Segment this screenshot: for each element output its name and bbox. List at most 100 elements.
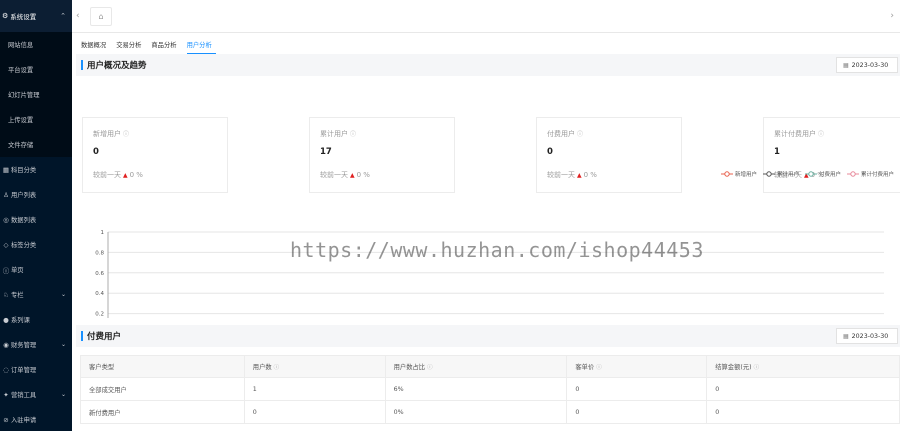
compare-value: 0 % bbox=[356, 171, 370, 179]
analysis-tabs: 数据概况 交易分析 商品分析 用户分析 bbox=[81, 39, 222, 54]
sidebar-item-tag-category[interactable]: ◇ 标签分类 bbox=[0, 232, 72, 257]
y-tick-label: 0.4 bbox=[95, 291, 104, 297]
chevron-left-icon[interactable]: ‹ bbox=[76, 11, 80, 21]
sidebar-subitem-label: 幻灯片管理 bbox=[8, 92, 40, 99]
course-icon: ● bbox=[3, 315, 9, 324]
sidebar-item-single-page[interactable]: ⓘ 单页 bbox=[0, 257, 72, 282]
apply-icon: ⊘ bbox=[3, 415, 9, 424]
sidebar-subitem-label: 网站信息 bbox=[8, 42, 34, 49]
help-icon[interactable]: ⓘ bbox=[818, 131, 824, 138]
column-header-label: 客单价 bbox=[575, 364, 595, 371]
sidebar-item-subject-category[interactable]: ▦ 科目分类 bbox=[0, 157, 72, 182]
stat-title: 付费用户 bbox=[547, 130, 575, 138]
help-icon[interactable]: ⓘ bbox=[427, 365, 433, 371]
database-icon: ◎ bbox=[3, 215, 9, 224]
legend-marker bbox=[804, 171, 817, 177]
table-cell: 0% bbox=[384, 400, 568, 424]
calendar-icon: ▦ bbox=[843, 332, 849, 340]
tab-trade-analysis[interactable]: 交易分析 bbox=[116, 39, 145, 54]
legend-label: 累计用户 bbox=[776, 172, 799, 178]
legend-item[interactable]: 累计付费用户 bbox=[846, 170, 894, 178]
sidebar-item-apply[interactable]: ⊘ 入驻申请 bbox=[0, 407, 72, 431]
sidebar-item-user-list[interactable]: ♙ 用户列表 bbox=[0, 182, 72, 207]
sidebar-item-label: 系列课 bbox=[11, 317, 30, 324]
sidebar-group-label: 系统设置 bbox=[10, 13, 37, 21]
sidebar-item-marketing[interactable]: ✦ 营销工具 ⌄ bbox=[0, 382, 72, 407]
column-header: 客单价 ⓘ bbox=[566, 355, 708, 378]
stat-value: 0 bbox=[547, 147, 553, 157]
column-header-label: 结算金额(元) bbox=[715, 364, 752, 371]
sidebar-item-course-series[interactable]: ● 系列课 bbox=[0, 307, 72, 332]
chevron-right-icon[interactable]: › bbox=[890, 11, 894, 21]
column-header: 用户数占比 ⓘ bbox=[384, 355, 568, 378]
sidebar-item-order[interactable]: ◌ 订单管理 bbox=[0, 357, 72, 382]
y-tick-label: 0.6 bbox=[95, 271, 104, 277]
table-row: 全部成交用户 1 6% 0 0 bbox=[80, 377, 900, 401]
help-icon[interactable]: ⓘ bbox=[350, 131, 356, 138]
sidebar-subitem-upload[interactable]: 上传设置 bbox=[0, 107, 72, 132]
y-tick-label: 0.2 bbox=[95, 312, 104, 318]
tab-bar: ‹ ⌂ › bbox=[72, 0, 900, 33]
date-picker[interactable]: ▦ 2023-03-30 bbox=[836, 328, 898, 344]
legend-label: 新增用户 bbox=[734, 172, 757, 178]
sidebar-item-label: 财务管理 bbox=[11, 342, 37, 349]
sidebar-group-system-settings[interactable]: ⚙ 系统设置 ⌃ bbox=[0, 0, 72, 32]
stat-value: 0 bbox=[93, 147, 99, 157]
sidebar-subitem-label: 平台设置 bbox=[8, 67, 34, 74]
help-icon[interactable]: ⓘ bbox=[754, 365, 760, 371]
home-tab[interactable]: ⌂ bbox=[90, 7, 112, 26]
tab-goods-analysis[interactable]: 商品分析 bbox=[151, 39, 180, 54]
sidebar-item-data-list[interactable]: ◎ 数据列表 bbox=[0, 207, 72, 232]
sidebar-item-finance[interactable]: ◉ 财务管理 ⌄ bbox=[0, 332, 72, 357]
table-cell: 0 bbox=[706, 400, 900, 424]
table-row: 新付费用户 0 0% 0 0 bbox=[80, 400, 900, 424]
help-icon[interactable]: ⓘ bbox=[274, 365, 280, 371]
sidebar-subitem-site-info[interactable]: 网站信息 bbox=[0, 32, 72, 57]
date-value: 2023-03-30 bbox=[851, 332, 889, 340]
column-header: 用户数 ⓘ bbox=[243, 355, 386, 378]
section-accent-bar bbox=[81, 331, 83, 341]
stat-card-total-paid-users: 累计付费用户 ⓘ 1 较前一天 ▲ 0 % bbox=[763, 117, 900, 193]
table-header-row: 客户类型 用户数 ⓘ 用户数占比 ⓘ 客单价 ⓘ 结算金额(元) ⓘ bbox=[80, 355, 900, 378]
date-picker[interactable]: ▦ 2023-03-30 bbox=[836, 57, 898, 73]
sidebar-subitem-slides[interactable]: 幻灯片管理 bbox=[0, 82, 72, 107]
legend-label: 累计付费用户 bbox=[860, 172, 894, 178]
help-icon[interactable]: ⓘ bbox=[596, 365, 602, 371]
sidebar-item-label: 科目分类 bbox=[11, 167, 37, 174]
legend-item[interactable]: 付费用户 bbox=[804, 170, 841, 178]
compare-value: 0 % bbox=[583, 171, 597, 179]
sidebar-subitem-platform[interactable]: 平台设置 bbox=[0, 57, 72, 82]
table-cell: 0 bbox=[243, 400, 386, 424]
table-cell: 0 bbox=[566, 377, 708, 401]
sidebar-item-label: 专栏 bbox=[11, 292, 24, 299]
legend-item[interactable]: 新增用户 bbox=[720, 170, 757, 178]
overview-section-header: 用户概况及趋势 ▦ 2023-03-30 bbox=[76, 54, 900, 76]
sidebar: ⚙ 系统设置 ⌃ 网站信息 平台设置 幻灯片管理 上传设置 文件存储 ▦ 科目分类… bbox=[0, 0, 72, 431]
watermark-text: https://www.huzhan.com/ishop44453 bbox=[290, 238, 704, 262]
help-icon[interactable]: ⓘ bbox=[577, 131, 583, 138]
legend-item[interactable]: 累计用户 bbox=[762, 170, 799, 178]
table-cell: 6% bbox=[384, 377, 568, 401]
column-header: 结算金额(元) ⓘ bbox=[706, 355, 900, 378]
marketing-icon: ✦ bbox=[3, 390, 9, 399]
tag-icon: ◇ bbox=[3, 240, 9, 249]
home-icon: ⌂ bbox=[98, 12, 104, 21]
compare-value: 0 % bbox=[129, 171, 143, 179]
section-accent-bar bbox=[81, 60, 83, 70]
sidebar-item-column[interactable]: ♘ 专栏 ⌄ bbox=[0, 282, 72, 307]
help-icon[interactable]: ⓘ bbox=[123, 131, 129, 138]
stat-card-paid-users: 付费用户 ⓘ 0 较前一天 ▲ 0 % bbox=[536, 117, 682, 193]
sidebar-item-label: 营销工具 bbox=[11, 392, 37, 399]
y-tick-label: 0.8 bbox=[95, 250, 104, 256]
table-cell: 新付费用户 bbox=[80, 400, 245, 424]
finance-icon: ◉ bbox=[3, 340, 9, 349]
legend-marker bbox=[762, 171, 775, 177]
tab-data-overview[interactable]: 数据概况 bbox=[81, 39, 110, 54]
chevron-down-icon: ⌄ bbox=[60, 341, 66, 348]
column-header-label: 用户数 bbox=[252, 364, 272, 371]
sidebar-subitem-storage[interactable]: 文件存储 bbox=[0, 132, 72, 157]
sidebar-subitem-label: 文件存储 bbox=[8, 142, 34, 149]
arrow-up-icon: ▲ bbox=[350, 172, 355, 179]
sidebar-item-label: 数据列表 bbox=[11, 217, 37, 224]
tab-user-analysis[interactable]: 用户分析 bbox=[186, 39, 216, 54]
